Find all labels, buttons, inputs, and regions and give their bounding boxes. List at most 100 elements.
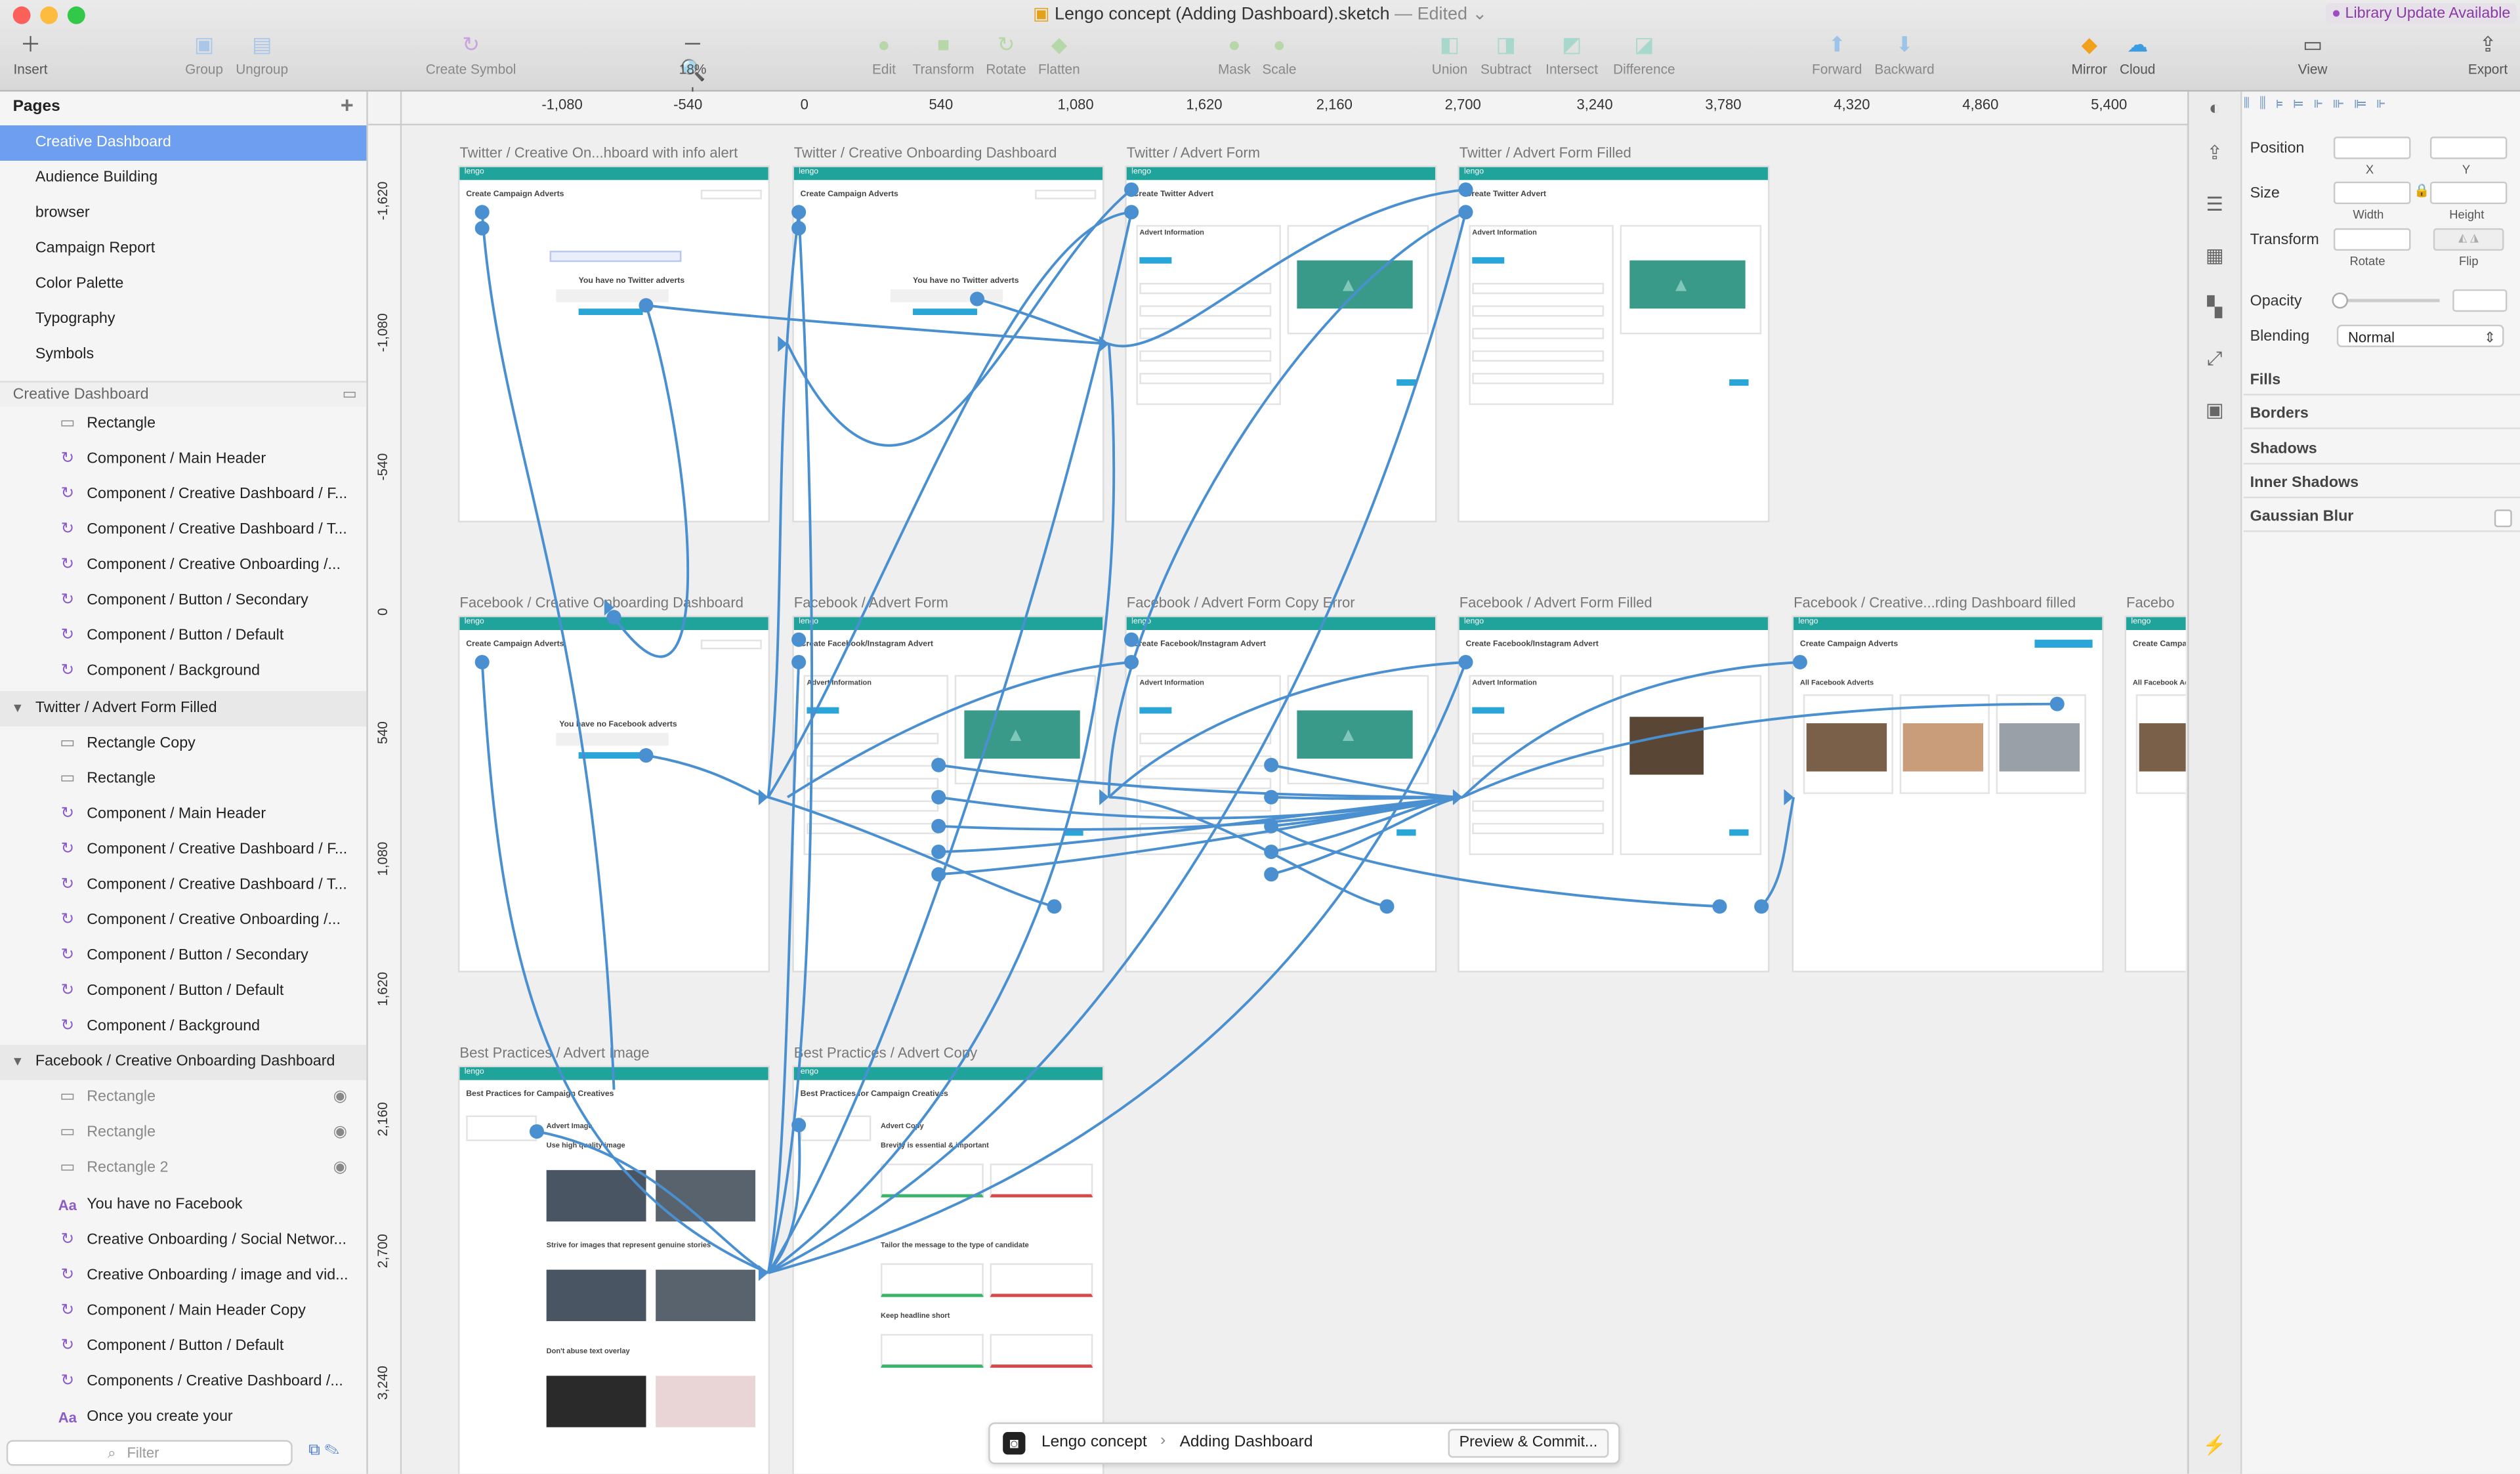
- gaussian-blur-checkbox[interactable]: [2494, 509, 2512, 528]
- layer-item[interactable]: ↻ Components / Creative Dashboard /...: [0, 1364, 366, 1400]
- share-icon[interactable]: ⇪: [2202, 140, 2227, 165]
- library-update-badge[interactable]: ● Library Update Available: [2325, 3, 2517, 24]
- visibility-eye-icon[interactable]: ◉: [333, 1152, 347, 1187]
- layer-item[interactable]: ↻ Component / Main Header: [0, 442, 366, 478]
- lock-icon[interactable]: 🔒: [2414, 183, 2429, 198]
- disclosure-triangle-icon[interactable]: ▼: [11, 1045, 24, 1080]
- flip-buttons[interactable]: ◭ ◮: [2433, 228, 2504, 251]
- subtract-button[interactable]: ◨ Subtract: [1475, 32, 1536, 77]
- grid-icon[interactable]: ▦: [2202, 243, 2227, 268]
- preview-commit-button[interactable]: Preview & Commit...: [1448, 1429, 1609, 1458]
- layout-icon[interactable]: ☰: [2202, 191, 2227, 217]
- breadcrumb-project[interactable]: Lengo concept: [1041, 1434, 1147, 1452]
- layer-item[interactable]: ↻ Creative Onboarding / image and vid...: [0, 1258, 366, 1294]
- layer-item[interactable]: ↻ Component / Background: [0, 655, 366, 690]
- scale-button[interactable]: ● Scale: [1260, 32, 1299, 77]
- filter-input[interactable]: ⌕ Filter: [6, 1440, 293, 1466]
- rotate-button[interactable]: ↻ Rotate: [984, 32, 1029, 77]
- layer-item[interactable]: ↻ Component / Button / Default: [0, 620, 366, 655]
- width-field[interactable]: [2333, 181, 2411, 205]
- create-symbol-button[interactable]: ↻ Create Symbol: [421, 32, 521, 77]
- bolt-icon[interactable]: ⚡: [2202, 1432, 2227, 1458]
- page-item-symbols[interactable]: Symbols: [0, 337, 366, 373]
- forward-button[interactable]: ⬆ Forward: [1810, 32, 1864, 77]
- difference-button[interactable]: ◪ Difference: [1607, 32, 1681, 77]
- add-page-icon[interactable]: +: [341, 92, 354, 117]
- image-icon[interactable]: ▣: [2202, 397, 2227, 423]
- layer-item[interactable]: ↻ Component / Creative Dashboard / F...: [0, 478, 366, 513]
- opacity-slider-knob[interactable]: [2332, 292, 2348, 309]
- layer-item[interactable]: ▭ Rectangle ◉: [0, 1081, 366, 1116]
- export-button[interactable]: ⇪ Export: [2462, 32, 2513, 77]
- layer-item[interactable]: ▭ Rectangle 2 ◉: [0, 1152, 366, 1187]
- layer-item[interactable]: ↻ Component / Button / Secondary: [0, 938, 366, 974]
- page-item-creative-dashboard[interactable]: Creative Dashboard: [0, 125, 367, 161]
- layer-item[interactable]: ▭ Rectangle: [0, 761, 366, 797]
- align-tools[interactable]: ⫴⫼⊧⊨⊩⊪⊫⊩: [2244, 95, 2517, 120]
- layer-item[interactable]: ↻ Component / Creative Dashboard / T...: [0, 513, 366, 549]
- page-item-campaign-report[interactable]: Campaign Report: [0, 232, 366, 267]
- blending-select[interactable]: Normal ⇕: [2336, 324, 2504, 347]
- page-item-audience-building[interactable]: Audience Building: [0, 161, 366, 196]
- disclosure-triangle-icon[interactable]: ▼: [11, 690, 24, 726]
- canvas[interactable]: Twitter / Creative On...hboard with info…: [402, 125, 2186, 1474]
- group-button[interactable]: ▣ Group: [180, 32, 228, 77]
- intersect-button[interactable]: ◩ Intersect: [1540, 32, 1604, 77]
- layer-item[interactable]: ↻ Component / Background: [0, 1009, 366, 1045]
- inspector-section-shadows[interactable]: Shadows: [2250, 440, 2317, 457]
- prototype-link: [766, 211, 1132, 798]
- flatten-button[interactable]: ◆ Flatten: [1035, 32, 1083, 77]
- height-field[interactable]: [2429, 181, 2508, 205]
- mirror-button[interactable]: ◆ Mirror: [2067, 32, 2112, 77]
- breadcrumb-page[interactable]: Adding Dashboard: [1180, 1434, 1313, 1452]
- visibility-eye-icon[interactable]: ◉: [333, 1081, 347, 1116]
- layer-item[interactable]: ↻ Component / Main Header: [0, 797, 366, 832]
- inspector-section-fills[interactable]: Fills: [2250, 371, 2281, 389]
- layer-item[interactable]: ↻ Component / Creative Onboarding /...: [0, 903, 366, 938]
- layer-item[interactable]: ▭ Rectangle ◉: [0, 1116, 366, 1152]
- layer-group[interactable]: ▼ Twitter / Advert Form Filled: [0, 690, 367, 726]
- layer-item[interactable]: ↻ Component / Main Header Copy: [0, 1294, 366, 1329]
- layer-item[interactable]: ▭ Rectangle Copy: [0, 726, 366, 761]
- layer-item[interactable]: ↻ Component / Button / Default: [0, 1329, 366, 1364]
- layer-item[interactable]: ↻ Component / Creative Dashboard / F...: [0, 832, 366, 868]
- filter-options-icon[interactable]: ⧉ ✎: [308, 1442, 339, 1460]
- rotate-field[interactable]: [2333, 228, 2411, 251]
- inspector-section-gaussian-blur[interactable]: Gaussian Blur: [2250, 508, 2354, 526]
- component-icon[interactable]: ▚: [2202, 294, 2227, 320]
- vertical-ruler[interactable]: -1,620 -1,080 -540 0 540 1,080 1,620 2,160 2,700…: [368, 123, 402, 1474]
- opacity-field[interactable]: [2452, 289, 2508, 312]
- transform-button[interactable]: ■ Transform: [910, 32, 977, 77]
- cloud-button[interactable]: ☁ Cloud: [2115, 32, 2160, 77]
- inspector-section-inner-shadows[interactable]: Inner Shadows: [2250, 474, 2359, 492]
- opacity-slider[interactable]: [2332, 292, 2440, 309]
- y-field[interactable]: [2429, 137, 2508, 159]
- layer-item[interactable]: ↻ Component / Creative Dashboard / T...: [0, 868, 366, 903]
- layer-item[interactable]: ↻ Component / Creative Onboarding /...: [0, 549, 366, 584]
- edit-button[interactable]: ● Edit: [865, 32, 904, 77]
- x-field[interactable]: [2333, 137, 2411, 159]
- page-item-color-palette[interactable]: Color Palette: [0, 267, 366, 303]
- layer-item[interactable]: ↻ Component / Button / Secondary: [0, 584, 366, 620]
- ungroup-button[interactable]: ▤ Ungroup: [233, 32, 291, 77]
- zoom-control[interactable]: － 🔍 ＋18%: [652, 32, 732, 108]
- page-item-browser[interactable]: browser: [0, 196, 366, 232]
- collapse-icon[interactable]: ▭: [343, 383, 357, 408]
- view-button[interactable]: ▭ View: [2288, 32, 2336, 77]
- layer-item[interactable]: Aa You have no Facebook: [0, 1187, 366, 1223]
- backward-button[interactable]: ⬇ Backward: [1871, 32, 1939, 77]
- layer-group[interactable]: ▼ Facebook / Creative Onboarding Dashboar…: [0, 1045, 367, 1081]
- resize-icon[interactable]: ⤢: [2202, 346, 2227, 371]
- union-button[interactable]: ◧ Union: [1427, 32, 1473, 77]
- horizontal-ruler[interactable]: -1,080 -540 0 540 1,080 1,620 2,160 2,700 3,240 3…: [368, 91, 2188, 126]
- style-icon[interactable]: ◐: [2202, 95, 2227, 120]
- visibility-eye-icon[interactable]: ◉: [333, 1116, 347, 1152]
- inspector-section-borders[interactable]: Borders: [2250, 406, 2309, 423]
- page-item-typography[interactable]: Typography: [0, 302, 366, 337]
- layer-item[interactable]: ↻ Component / Button / Default: [0, 974, 366, 1009]
- layer-item[interactable]: ↻ Creative Onboarding / Social Networ...: [0, 1223, 366, 1258]
- layer-item[interactable]: ▭ Rectangle: [0, 407, 366, 442]
- mask-button[interactable]: ● Mask: [1215, 32, 1253, 77]
- insert-button[interactable]: ＋ Insert: [10, 32, 52, 77]
- layer-item[interactable]: Aa Once you create your: [0, 1400, 366, 1435]
